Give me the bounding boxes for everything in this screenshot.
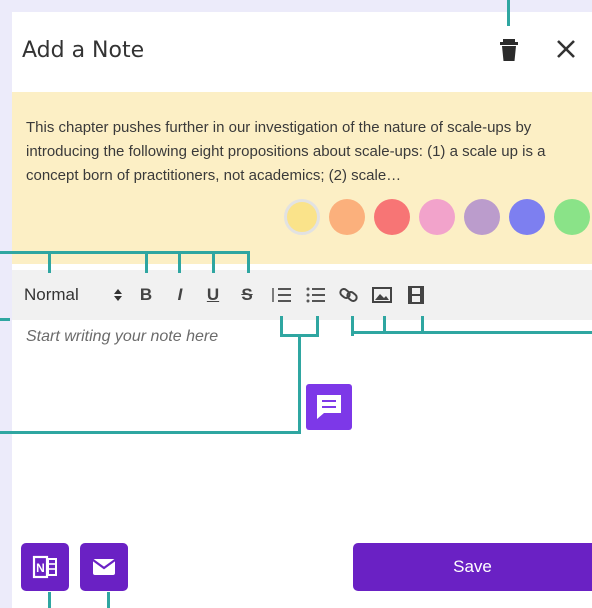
strikethrough-button[interactable]: S <box>238 284 256 306</box>
video-icon[interactable] <box>406 284 426 306</box>
color-swatch[interactable] <box>374 199 410 235</box>
onenote-icon: N <box>21 555 69 595</box>
editor-toolbar: Normal B I U S <box>12 270 592 320</box>
annotation-line <box>0 431 301 434</box>
save-button[interactable]: Save <box>353 543 592 591</box>
annotation-line <box>507 0 510 26</box>
annotation-line <box>247 251 250 273</box>
annotation-line <box>48 251 51 273</box>
color-swatch[interactable] <box>284 199 320 235</box>
highlighted-quote: This chapter pushes further in our inves… <box>12 92 592 264</box>
svg-text:N: N <box>36 561 45 575</box>
underline-button[interactable]: U <box>204 284 222 306</box>
color-swatch[interactable] <box>464 199 500 235</box>
link-icon[interactable] <box>339 284 359 306</box>
annotation-line <box>280 316 283 336</box>
note-panel: Add a Note This chapter pushes further i… <box>12 12 592 608</box>
onenote-button[interactable]: N <box>21 543 69 591</box>
trash-icon[interactable] <box>498 38 520 62</box>
annotation-line <box>178 251 181 273</box>
italic-button[interactable]: I <box>171 284 189 306</box>
color-swatch[interactable] <box>554 199 590 235</box>
format-select[interactable]: Normal <box>24 284 79 306</box>
annotation-line <box>351 331 592 334</box>
annotation-line <box>0 318 10 321</box>
select-arrows-icon[interactable] <box>113 284 123 313</box>
ordered-list-icon[interactable] <box>272 284 292 306</box>
note-editor-placeholder[interactable]: Start writing your note here <box>26 328 218 346</box>
color-swatch[interactable] <box>329 199 365 235</box>
image-icon[interactable] <box>372 284 392 306</box>
email-button[interactable] <box>80 543 128 591</box>
email-icon <box>80 559 128 595</box>
panel-title: Add a Note <box>22 38 145 63</box>
annotation-line <box>145 251 148 273</box>
annotation-line <box>212 251 215 273</box>
highlight-text: This chapter pushes further in our inves… <box>26 119 546 184</box>
annotation-line <box>298 334 301 434</box>
color-swatch[interactable] <box>419 199 455 235</box>
bullet-list-icon[interactable] <box>306 284 326 306</box>
color-swatch[interactable] <box>509 199 545 235</box>
annotation-line <box>316 316 319 336</box>
bold-button[interactable]: B <box>137 284 155 306</box>
close-icon[interactable] <box>555 38 577 60</box>
chat-icon <box>306 384 352 430</box>
